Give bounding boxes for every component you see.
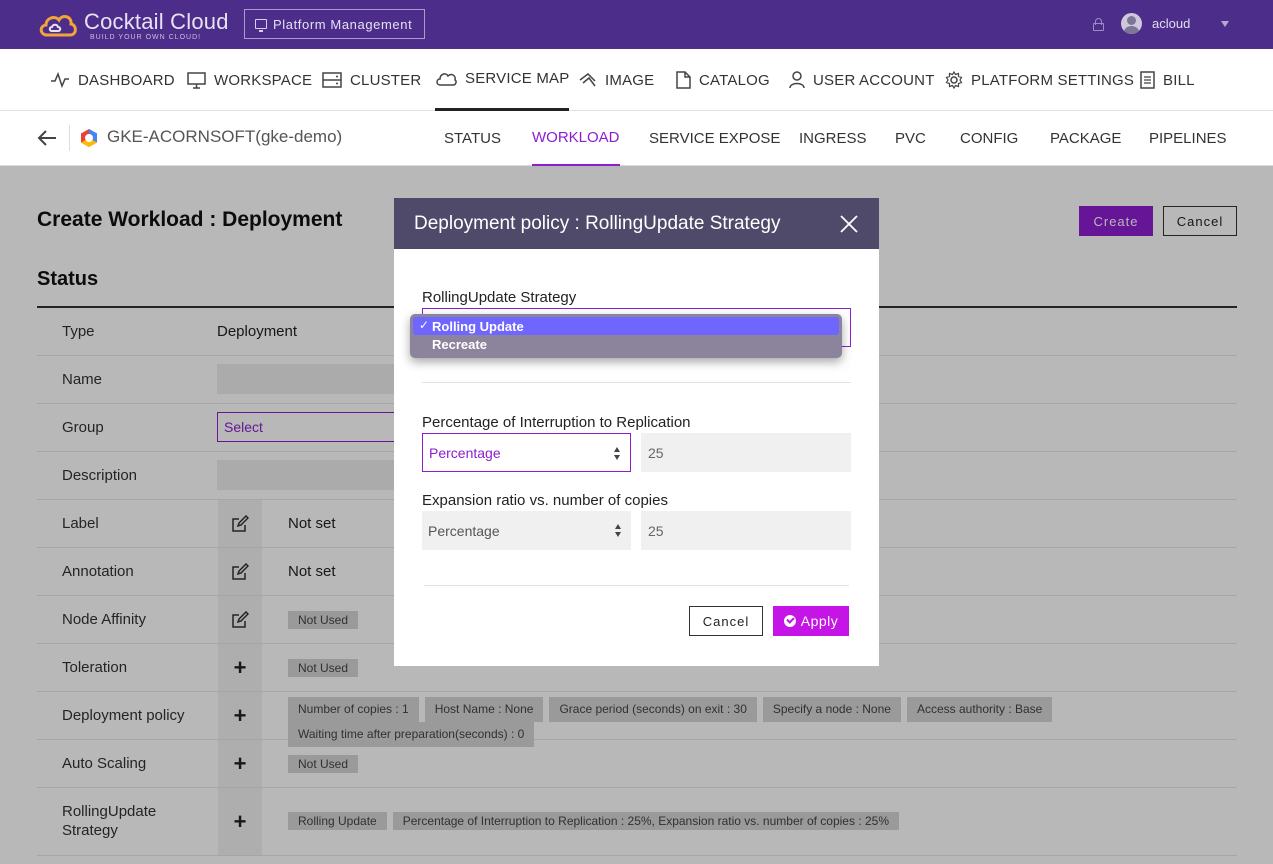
interruption-unit-value: Percentage [429,444,501,461]
monitor-icon [255,19,267,32]
avatar[interactable] [1121,13,1142,34]
checkmark-icon: ✓ [419,318,430,332]
brand-tagline: BUILD YOUR OWN CLOUD! [90,34,202,41]
monitor-icon [187,71,206,89]
cloud-logo-icon [39,15,77,37]
modal-divider [422,382,851,383]
platform-management-label: Platform Management [273,16,413,32]
interruption-value-input[interactable]: 25 [641,433,851,472]
strategy-dropdown: ✓ Rolling Update Recreate [410,314,842,358]
pulse-icon [51,72,69,88]
expansion-unit-select[interactable]: Percentage [422,511,631,550]
tab-pipelines[interactable]: PIPELINES [1149,111,1227,166]
nav-workspace[interactable]: WORKSPACE [187,49,312,111]
gear-icon [945,71,963,89]
close-icon[interactable] [838,213,860,235]
tab-config[interactable]: CONFIG [960,111,1018,166]
nav-label: WORKSPACE [214,71,313,89]
modal-title: Deployment policy : RollingUpdate Strate… [414,213,781,234]
expansion-value-input[interactable]: 25 [641,511,851,550]
option-label: Rolling Update [432,318,524,334]
modal-cancel-button[interactable]: Cancel [689,606,763,636]
rolling-update-modal: Deployment policy : RollingUpdate Strate… [394,198,879,666]
divider [69,125,70,151]
chevron-down-icon[interactable] [1221,21,1229,27]
user-icon [789,71,805,89]
nav-label: PLATFORM SETTINGS [971,71,1135,89]
nav-label: BILL [1163,71,1195,89]
interruption-unit-select[interactable]: Percentage [422,433,631,472]
option-label: Recreate [432,336,487,352]
strategy-label: RollingUpdate Strategy [422,289,577,306]
back-arrow-icon[interactable] [36,127,58,149]
image-icon [579,72,596,86]
platform-management-button[interactable]: Platform Management [244,9,425,39]
expansion-label: Expansion ratio vs. number of copies [422,492,668,509]
nav-label: IMAGE [605,71,655,89]
option-recreate[interactable]: Recreate [413,335,839,353]
nav-label: SERVICE MAP [465,70,570,87]
nav-platform-settings[interactable]: PLATFORM SETTINGS [945,49,1134,111]
tab-service-expose[interactable]: SERVICE EXPOSE [649,111,780,166]
tab-workload[interactable]: WORKLOAD [532,111,620,166]
document-icon [676,71,691,89]
cloud-icon [436,73,457,86]
tab-pvc[interactable]: PVC [895,111,926,166]
apply-button[interactable]: Apply [773,606,849,636]
nav-cluster[interactable]: CLUSTER [322,49,421,111]
apply-label: Apply [800,613,839,629]
nav-label: CLUSTER [350,71,422,89]
select-arrows-icon [615,524,622,537]
sub-nav: GKE-ACORNSOFT(gke-demo) STATUS WORKLOAD … [0,111,1273,166]
option-rolling-update[interactable]: ✓ Rolling Update [413,317,839,335]
interruption-label: Percentage of Interruption to Replicatio… [422,414,691,431]
nav-service-map[interactable]: SERVICE MAP [435,49,570,111]
nav-image[interactable]: IMAGE [578,49,654,111]
nav-bill[interactable]: BILL [1140,49,1195,111]
server-icon [322,72,342,88]
nav-label: CATALOG [699,71,770,89]
modal-header: Deployment policy : RollingUpdate Strate… [394,198,879,249]
tab-status[interactable]: STATUS [444,111,501,166]
username[interactable]: acloud [1152,16,1190,31]
main-nav: DASHBOARD WORKSPACE CLUSTER SERVICE MAP … [0,49,1273,111]
tab-package[interactable]: PACKAGE [1050,111,1121,166]
top-header: Cocktail Cloud BUILD YOUR OWN CLOUD! Pla… [0,0,1273,49]
bill-icon [1140,71,1155,89]
expansion-unit-value: Percentage [428,522,500,539]
nav-catalog[interactable]: CATALOG [676,49,770,111]
gke-logo-icon [81,129,97,147]
select-arrows-icon [614,447,621,460]
modal-footer-divider [424,585,849,586]
brand-name: Cocktail Cloud [84,9,229,34]
tab-ingress[interactable]: INGRESS [799,111,867,166]
nav-label: USER ACCOUNT [813,71,935,89]
nav-dashboard[interactable]: DASHBOARD [50,49,175,111]
nav-user-account[interactable]: USER ACCOUNT [789,49,935,111]
cluster-name: GKE-ACORNSOFT(gke-demo) [107,127,343,146]
check-circle-icon [783,615,796,627]
lock-icon[interactable] [1093,18,1104,31]
nav-label: DASHBOARD [78,71,175,89]
cocktail-cloud-logo[interactable]: Cocktail Cloud BUILD YOUR OWN CLOUD! [38,7,228,43]
